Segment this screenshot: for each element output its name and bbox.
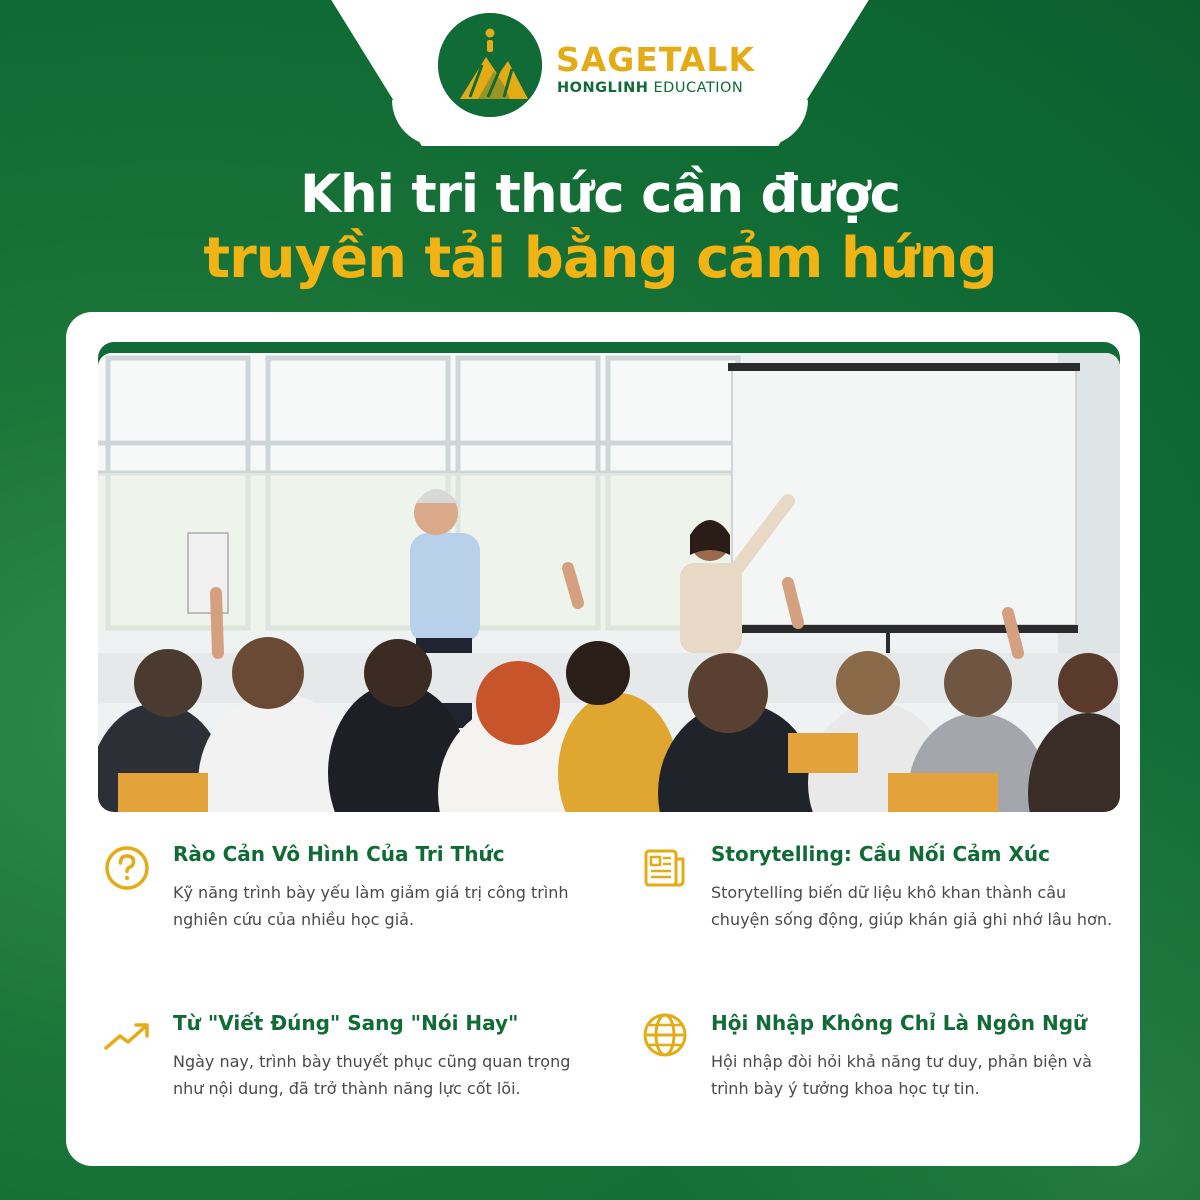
classroom-presentation-photo: [98, 353, 1120, 812]
feature-title-2: Storytelling: Cầu Nối Cảm Xúc: [711, 842, 1050, 866]
brand-name: SAGETALK: [556, 40, 756, 79]
globe-icon: [640, 1010, 690, 1060]
sagetalk-logo-icon: [438, 13, 542, 117]
feature-title-1: Rào Cản Vô Hình Của Tri Thức: [173, 842, 505, 866]
brand-subtitle: HONGLINH EDUCATION: [557, 80, 743, 96]
feature-title-3: Từ "Viết Đúng" Sang "Nói Hay": [173, 1011, 519, 1035]
brand-subtitle-rest: EDUCATION: [648, 80, 744, 96]
photo-frame: [98, 342, 1120, 812]
feature-desc-3: Ngày nay, trình bày thuyết phục cũng qua…: [173, 1052, 571, 1098]
feature-desc-2: Storytelling biến dữ liệu khô khan thành…: [711, 883, 1113, 929]
question-circle-icon: [102, 843, 152, 893]
feature-desc-4: Hội nhập đòi hỏi khả năng tư duy, phản b…: [711, 1052, 1092, 1098]
brand-subtitle-bold: HONGLINH: [557, 80, 649, 96]
headline-line-2: truyền tải bằng cảm hứng: [203, 226, 997, 291]
headline-line-1: Khi tri thức cần được: [299, 164, 901, 225]
feature-desc-1: Kỹ năng trình bày yếu làm giảm giá trị c…: [173, 883, 569, 929]
trending-up-icon: [102, 1010, 152, 1060]
feature-title-4: Hội Nhập Không Chỉ Là Ngôn Ngữ: [711, 1011, 1088, 1035]
newspaper-icon: [640, 843, 690, 893]
